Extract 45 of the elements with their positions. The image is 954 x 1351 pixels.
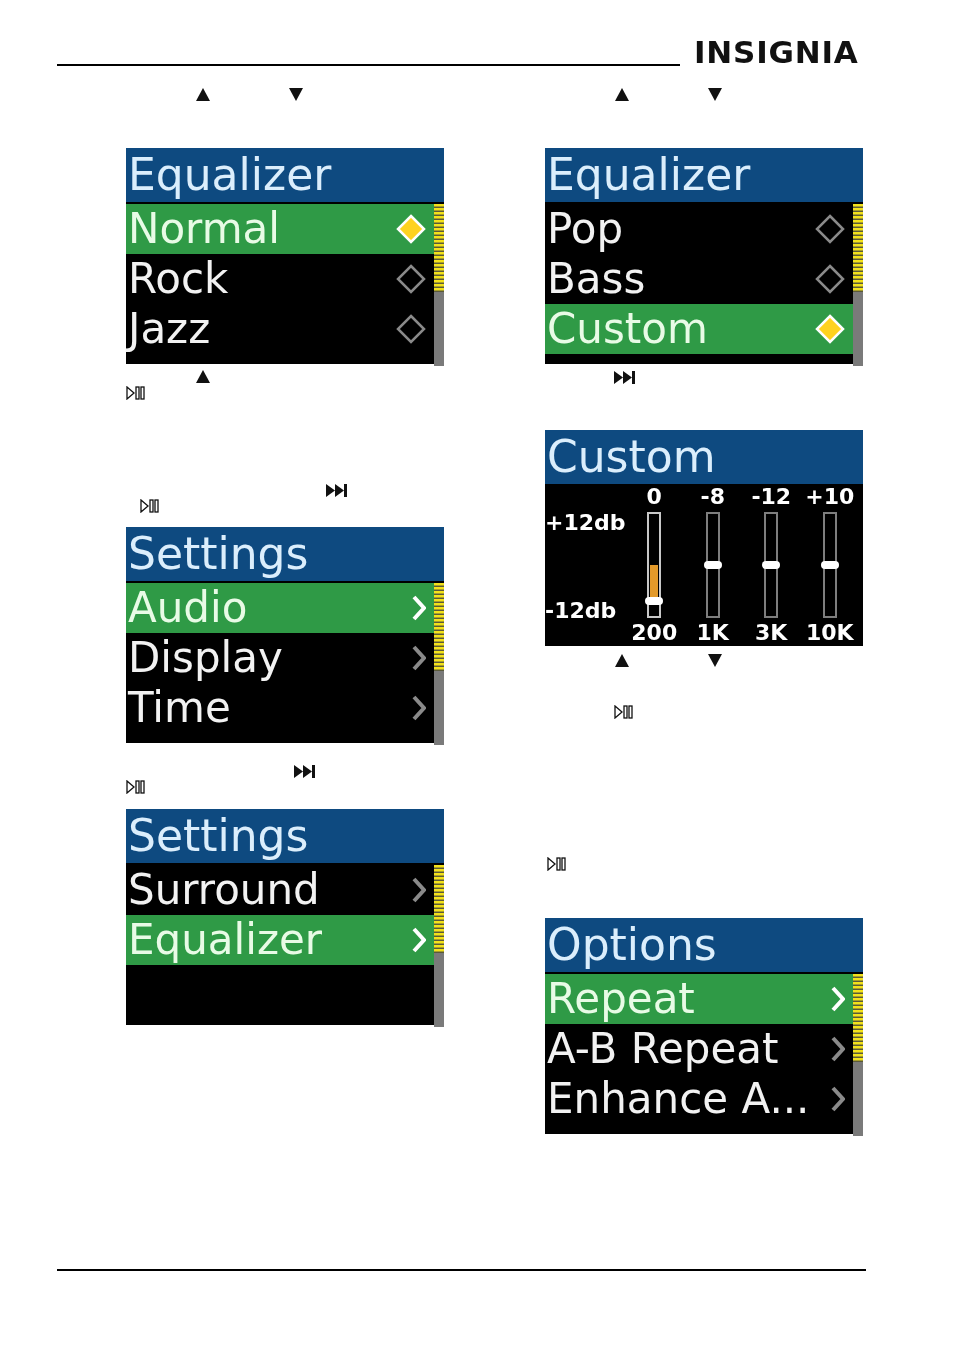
band-frequency: 200 — [631, 622, 678, 644]
band-frequency: 3K — [755, 622, 788, 644]
play-pause-icon — [126, 780, 146, 794]
screen-title: Options — [546, 923, 717, 967]
band-value: -8 — [700, 486, 725, 508]
scrollbar[interactable] — [434, 204, 444, 366]
slider-track[interactable] — [647, 512, 662, 618]
band-value: -12 — [751, 486, 792, 508]
screen-title: Equalizer — [546, 153, 751, 197]
scrollbar[interactable] — [434, 865, 444, 1027]
band-frequency: 10K — [805, 622, 854, 644]
down-triangle-icon — [708, 88, 722, 101]
brand-logo: INSIGNIA — [694, 37, 859, 68]
screen-title: Settings — [127, 814, 309, 858]
play-pause-icon — [614, 705, 634, 719]
screen-title: Custom — [546, 435, 716, 479]
scale-label: -12db — [545, 600, 618, 622]
screen-title: Equalizer — [127, 153, 332, 197]
scrollbar[interactable] — [853, 204, 863, 366]
band-value: 0 — [646, 486, 662, 508]
slider-knob[interactable] — [645, 596, 664, 605]
slider-track[interactable] — [705, 512, 720, 618]
fast-forward-icon — [614, 371, 636, 384]
play-pause-icon — [547, 857, 567, 871]
slider-track[interactable] — [822, 512, 837, 618]
band-value: +10 — [805, 486, 855, 508]
band-frequency: 1K — [696, 622, 729, 644]
down-triangle-icon — [708, 654, 722, 667]
slider-knob[interactable] — [762, 561, 781, 569]
scrollbar[interactable] — [853, 974, 863, 1136]
play-pause-icon — [126, 386, 146, 400]
scrollbar[interactable] — [434, 583, 444, 745]
down-triangle-icon — [289, 88, 303, 101]
up-triangle-icon — [615, 654, 629, 667]
fast-forward-icon — [326, 484, 348, 497]
screen-title: Settings — [127, 532, 309, 576]
up-triangle-icon — [196, 370, 210, 383]
play-pause-icon — [140, 499, 160, 513]
scale-label: +12db — [545, 512, 625, 534]
up-triangle-icon — [615, 88, 629, 101]
slider-knob[interactable] — [820, 561, 839, 569]
slider-knob[interactable] — [703, 561, 722, 569]
fast-forward-icon — [294, 765, 316, 778]
up-triangle-icon — [196, 88, 210, 101]
slider-track[interactable] — [764, 512, 779, 618]
